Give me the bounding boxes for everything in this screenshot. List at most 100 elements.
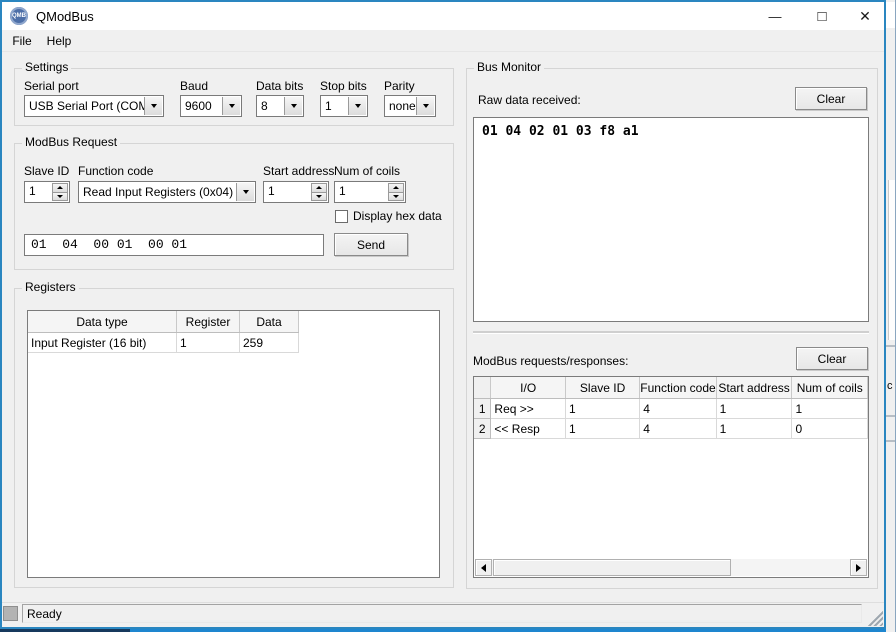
register-data-type-cell[interactable]: Input Register (16 bit)	[28, 332, 177, 353]
register-value-cell[interactable]: 259	[239, 332, 299, 353]
table-row: 2 << Resp 1 4 1 0	[474, 418, 868, 439]
display-hex-checkbox[interactable]	[335, 210, 348, 223]
serial-port-value: USB Serial Port (COM2)	[29, 99, 160, 113]
spin-up-icon[interactable]	[388, 183, 404, 193]
start-address-cell[interactable]: 1	[716, 398, 793, 419]
table-row: 1 Req >> 1 4 1 1	[474, 398, 868, 419]
row-number: 1	[474, 398, 492, 419]
menu-file[interactable]: File	[8, 30, 36, 52]
background-window-clipped-text: c	[887, 380, 893, 392]
function-code-cell[interactable]: 4	[639, 398, 717, 419]
requests-col-slave-id: Slave ID	[565, 377, 641, 399]
data-bits-value: 8	[261, 99, 268, 113]
raw-data-label: Raw data received:	[478, 93, 581, 107]
num-coils-cell[interactable]: 0	[791, 418, 868, 439]
close-icon: ✕	[859, 7, 871, 24]
settings-group-title: Settings	[22, 61, 72, 74]
stop-bits-combo[interactable]: 1	[320, 95, 368, 117]
start-address-label: Start address	[263, 164, 335, 178]
request-bytes-field[interactable]: 01 04 00 01 00 01	[24, 234, 324, 256]
status-text: Ready	[27, 606, 62, 621]
row-number: 2	[474, 418, 492, 439]
requests-col-io: I/O	[490, 377, 566, 399]
splitter-handle[interactable]	[473, 331, 869, 333]
scrollbar-thumb[interactable]	[493, 559, 731, 576]
start-address-cell[interactable]: 1	[716, 418, 793, 439]
display-hex-label: Display hex data	[353, 209, 442, 223]
spin-down-icon[interactable]	[388, 192, 404, 201]
scroll-left-icon[interactable]	[475, 559, 492, 576]
registers-col-register: Register	[176, 311, 240, 333]
status-message-panel: Ready	[22, 604, 862, 623]
requests-table-label: ModBus requests/responses:	[473, 354, 629, 368]
send-button[interactable]: Send	[334, 233, 408, 256]
requests-col-num-coils: Num of coils	[791, 377, 868, 399]
serial-port-combo[interactable]: USB Serial Port (COM2)	[24, 95, 164, 117]
baud-label: Baud	[180, 79, 209, 93]
data-bits-combo[interactable]: 8	[256, 95, 304, 117]
maximize-button[interactable]: □	[800, 2, 844, 30]
slave-id-cell[interactable]: 1	[565, 398, 641, 419]
chevron-down-icon[interactable]	[236, 183, 254, 201]
parity-combo[interactable]: none	[384, 95, 436, 117]
registers-table: Data type Register Data Input Register (…	[27, 310, 440, 578]
clear-requests-button[interactable]: Clear	[796, 347, 868, 370]
requests-table: I/O Slave ID Function code Start address…	[473, 376, 869, 578]
window-title: QModBus	[36, 9, 94, 24]
function-code-combo[interactable]: Read Input Registers (0x04)	[78, 181, 256, 203]
table-row: Input Register (16 bit) 1 259	[28, 332, 299, 353]
registers-col-data: Data	[239, 311, 299, 333]
bus-monitor-group-title: Bus Monitor	[474, 61, 545, 74]
clear-raw-data-button[interactable]: Clear	[795, 87, 867, 110]
registers-col-data-type: Data type	[28, 311, 177, 333]
function-code-cell[interactable]: 4	[639, 418, 717, 439]
requests-col-start-address: Start address	[716, 377, 793, 399]
chevron-down-icon[interactable]	[348, 97, 366, 115]
io-cell[interactable]: Req >>	[490, 398, 566, 419]
data-bits-label: Data bits	[256, 79, 304, 93]
horizontal-scrollbar[interactable]	[475, 559, 867, 576]
function-code-value: Read Input Registers (0x04)	[83, 185, 234, 199]
menubar	[2, 30, 884, 52]
register-number-cell[interactable]: 1	[176, 332, 240, 353]
app-icon[interactable]: QMB	[10, 7, 28, 25]
spin-down-icon[interactable]	[311, 192, 327, 201]
slave-id-value: 1	[29, 184, 36, 198]
function-code-label: Function code	[78, 164, 154, 178]
connection-led	[3, 606, 18, 621]
maximize-icon: □	[817, 7, 827, 25]
num-coils-spinbox[interactable]: 1	[334, 181, 406, 203]
titlebar[interactable]	[2, 2, 884, 30]
raw-data-view[interactable]: 01 04 02 01 03 f8 a1	[473, 117, 869, 322]
num-coils-value: 1	[339, 184, 346, 198]
stop-bits-label: Stop bits	[320, 79, 367, 93]
chevron-down-icon[interactable]	[222, 97, 240, 115]
chevron-down-icon[interactable]	[144, 97, 162, 115]
spin-up-icon[interactable]	[52, 183, 68, 193]
num-coils-cell[interactable]: 1	[791, 398, 868, 419]
chevron-down-icon[interactable]	[284, 97, 302, 115]
start-address-value: 1	[268, 184, 275, 198]
requests-corner-cell	[474, 377, 492, 399]
spin-down-icon[interactable]	[52, 192, 68, 201]
slave-id-spinbox[interactable]: 1	[24, 181, 70, 203]
spin-up-icon[interactable]	[311, 183, 327, 193]
registers-group-title: Registers	[22, 281, 79, 294]
slave-id-label: Slave ID	[24, 164, 70, 178]
slave-id-cell[interactable]: 1	[565, 418, 641, 439]
parity-label: Parity	[384, 79, 415, 93]
io-cell[interactable]: << Resp	[490, 418, 566, 439]
num-coils-label: Num of coils	[334, 164, 401, 178]
start-address-spinbox[interactable]: 1	[263, 181, 329, 203]
minimize-icon: —	[768, 8, 782, 24]
stop-bits-value: 1	[325, 99, 332, 113]
modbus-request-group-title: ModBus Request	[22, 136, 121, 149]
screen: QMB QModBus — □ ✕ File Help Settings Ser…	[0, 0, 896, 632]
menu-help[interactable]: Help	[42, 30, 76, 52]
scroll-right-icon[interactable]	[850, 559, 867, 576]
close-button[interactable]: ✕	[846, 2, 884, 30]
chevron-down-icon[interactable]	[416, 97, 434, 115]
baud-combo[interactable]: 9600	[180, 95, 242, 117]
minimize-button[interactable]: —	[753, 2, 797, 30]
requests-col-function-code: Function code	[639, 377, 717, 399]
